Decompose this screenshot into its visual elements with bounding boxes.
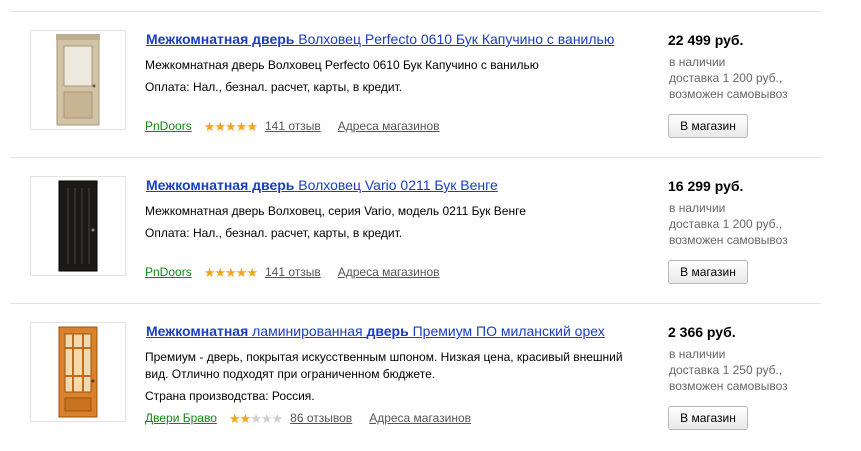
- reviews-link[interactable]: 141 отзыв: [265, 265, 321, 279]
- go-to-store-button[interactable]: В магазин: [668, 260, 748, 284]
- star-icon: ★: [228, 410, 241, 426]
- title-bold-part: Межкомнатная дверь: [146, 31, 295, 47]
- offer-description: Премиум - дверь, покрытая искусственным …: [145, 349, 640, 410]
- star-icon: ★: [203, 118, 216, 134]
- offer-title-link[interactable]: Межкомнатная дверь Волховец Vario 0211 Б…: [146, 177, 498, 193]
- star-icon: ★: [225, 118, 237, 134]
- star-icon: ★: [214, 118, 226, 134]
- rating-stars: ★ ★ ★ ★ ★: [203, 264, 258, 280]
- shop-link[interactable]: Двери Браво: [145, 411, 217, 425]
- availability-info: в наличии доставка 1 250 руб., возможен …: [669, 346, 819, 394]
- shop-link[interactable]: PnDoors: [145, 119, 192, 133]
- in-stock-label: в наличии: [669, 55, 726, 69]
- title-part: Премиум ПО миланский орех: [408, 323, 605, 339]
- reviews-link[interactable]: 141 отзыв: [265, 119, 321, 133]
- title-part: ламинированная: [248, 323, 367, 339]
- offer-meta: Двери Браво ★ ★ ★ ★ ★ 86 отзывов Адреса мага…: [145, 411, 471, 425]
- star-empty-icon: ★: [260, 410, 273, 426]
- product-thumbnail[interactable]: [30, 30, 126, 130]
- shop-link[interactable]: PnDoors: [145, 265, 192, 279]
- door-light-panel-icon: [56, 34, 100, 126]
- star-icon: ★: [246, 264, 258, 280]
- star-icon: ★: [214, 264, 226, 280]
- star-empty-icon: ★: [271, 410, 284, 426]
- title-bold-part: Межкомнатная дверь: [146, 177, 295, 193]
- reviews-link[interactable]: 86 отзывов: [290, 411, 352, 425]
- product-thumbnail[interactable]: [30, 322, 126, 422]
- rating-stars: ★ ★ ★ ★ ★: [203, 118, 258, 134]
- description-line: Межкомнатная дверь Волховец, серия Vario…: [145, 204, 526, 218]
- go-to-store-button[interactable]: В магазин: [668, 114, 748, 138]
- in-stock-label: в наличии: [669, 347, 726, 361]
- payment-info: Оплата: Нал., безнал. расчет, карты, в к…: [145, 226, 403, 240]
- description-line: Межкомнатная дверь Волховец Perfecto 061…: [145, 58, 539, 72]
- pickup-label: возможен самовывоз: [669, 87, 788, 101]
- pickup-label: возможен самовывоз: [669, 233, 788, 247]
- offer-meta: PnDoors ★ ★ ★ ★ ★ 141 отзыв Адреса магазинов: [145, 265, 440, 279]
- star-icon: ★: [203, 264, 216, 280]
- star-icon: ★: [235, 264, 248, 280]
- go-to-store-button[interactable]: В магазин: [668, 406, 748, 430]
- availability-info: в наличии доставка 1 200 руб., возможен …: [669, 54, 819, 102]
- door-dark-grooved-icon: [58, 180, 98, 272]
- product-thumbnail[interactable]: [30, 176, 126, 276]
- country-info: Страна производства: Россия.: [145, 389, 315, 403]
- price: 22 499 руб.: [668, 32, 744, 48]
- offer-title-link[interactable]: Межкомнатная ламинированная дверь Премиу…: [146, 323, 605, 339]
- offer-item: Межкомнатная дверь Волховец Perfecto 061…: [10, 12, 821, 157]
- offer-description: Межкомнатная дверь Волховец, серия Vario…: [145, 203, 640, 247]
- availability-info: в наличии доставка 1 200 руб., возможен …: [669, 200, 819, 248]
- star-icon: ★: [225, 264, 237, 280]
- store-addresses-link[interactable]: Адреса магазинов: [338, 119, 440, 133]
- offer-meta: PnDoors ★ ★ ★ ★ ★ 141 отзыв Адреса магазинов: [145, 119, 440, 133]
- title-bold-part: дверь: [366, 323, 409, 339]
- payment-info: Оплата: Нал., безнал. расчет, карты, в к…: [145, 80, 403, 94]
- delivery-label: доставка 1 200 руб.,: [669, 217, 783, 231]
- title-bold-part: Межкомнатная: [146, 323, 249, 339]
- pickup-label: возможен самовывоз: [669, 379, 788, 393]
- in-stock-label: в наличии: [669, 201, 726, 215]
- price: 16 299 руб.: [668, 178, 744, 194]
- offer-list: Межкомнатная дверь Волховец Perfecto 061…: [10, 11, 821, 449]
- price: 2 366 руб.: [668, 324, 736, 340]
- star-icon: ★: [235, 118, 248, 134]
- title-part: Волховец Vario 0211 Бук Венге: [294, 177, 498, 193]
- star-icon: ★: [239, 410, 252, 426]
- delivery-label: доставка 1 250 руб.,: [669, 363, 783, 377]
- store-addresses-link[interactable]: Адреса магазинов: [369, 411, 471, 425]
- star-icon: ★: [246, 118, 258, 134]
- offer-item: Межкомнатная дверь Волховец Vario 0211 Б…: [10, 158, 821, 303]
- offer-description: Межкомнатная дверь Волховец Perfecto 061…: [145, 57, 640, 101]
- title-part: Волховец Perfecto 0610 Бук Капучино с ва…: [294, 31, 615, 47]
- star-empty-icon: ★: [250, 410, 262, 426]
- description-line: Премиум - дверь, покрытая искусственным …: [145, 350, 623, 381]
- store-addresses-link[interactable]: Адреса магазинов: [338, 265, 440, 279]
- door-orange-glass-icon: [58, 326, 98, 418]
- offer-item: Межкомнатная ламинированная дверь Премиу…: [10, 304, 821, 449]
- offer-title-link[interactable]: Межкомнатная дверь Волховец Perfecto 061…: [146, 31, 614, 47]
- rating-stars: ★ ★ ★ ★ ★: [228, 410, 284, 426]
- delivery-label: доставка 1 200 руб.,: [669, 71, 783, 85]
